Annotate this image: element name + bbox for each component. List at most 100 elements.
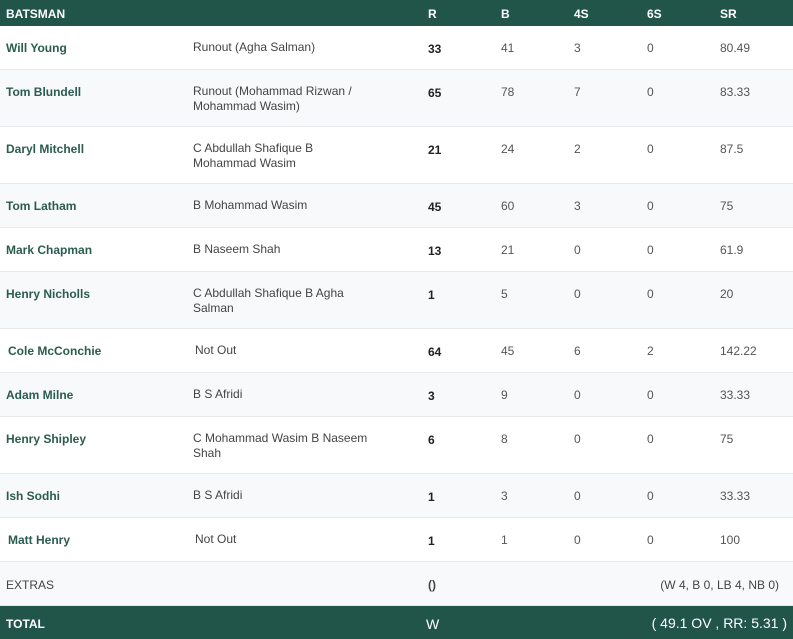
header-fours: 4S bbox=[574, 7, 589, 21]
batsman-name[interactable]: Mark Chapman bbox=[6, 243, 92, 257]
header-runs: R bbox=[428, 7, 437, 21]
runs: 1 bbox=[428, 288, 435, 302]
runs: 64 bbox=[428, 345, 442, 359]
fours: 0 bbox=[574, 533, 581, 547]
balls: 24 bbox=[501, 142, 515, 156]
strike-rate: 80.49 bbox=[720, 41, 751, 55]
table-row: Ish Sodhi B S Afridi 1 3 0 0 33.33 bbox=[0, 474, 793, 518]
fours: 0 bbox=[574, 489, 581, 503]
balls: 60 bbox=[501, 199, 515, 213]
runs: 1 bbox=[428, 534, 435, 548]
batsman-name[interactable]: Adam Milne bbox=[6, 388, 73, 402]
sixes: 0 bbox=[647, 388, 654, 402]
fours: 6 bbox=[574, 344, 581, 358]
extras-detail: (W 4, B 0, LB 4, NB 0) bbox=[660, 578, 779, 592]
strike-rate: 142.22 bbox=[720, 344, 757, 358]
sixes: 0 bbox=[647, 142, 654, 156]
strike-rate: 61.9 bbox=[720, 243, 744, 257]
extras-value: () bbox=[428, 578, 436, 592]
balls: 45 bbox=[501, 344, 515, 358]
sixes: 0 bbox=[647, 243, 654, 257]
strike-rate: 33.33 bbox=[720, 388, 751, 402]
table-row: Matt Henry Not Out 1 1 0 0 100 bbox=[0, 518, 793, 562]
runs: 1 bbox=[428, 490, 435, 504]
dismissal: Not Out bbox=[195, 343, 237, 357]
dismissal: C Abdullah Shafique B Agha Salman bbox=[193, 286, 344, 315]
strike-rate: 33.33 bbox=[720, 489, 751, 503]
table-header: BATSMAN R B 4S 6S SR bbox=[0, 0, 793, 26]
balls: 3 bbox=[501, 489, 508, 503]
batsman-name[interactable]: Will Young bbox=[6, 41, 67, 55]
strike-rate: 100 bbox=[720, 533, 741, 547]
balls: 41 bbox=[501, 41, 515, 55]
batsman-name[interactable]: Tom Latham bbox=[6, 199, 76, 213]
balls: 5 bbox=[501, 287, 508, 301]
total-value: W bbox=[426, 616, 440, 632]
sixes: 0 bbox=[647, 85, 654, 99]
fours: 3 bbox=[574, 199, 581, 213]
strike-rate: 87.5 bbox=[720, 142, 744, 156]
table-row: Cole McConchie Not Out 64 45 6 2 142.22 bbox=[0, 329, 793, 373]
runs: 45 bbox=[428, 200, 442, 214]
fours: 0 bbox=[574, 287, 581, 301]
fours: 2 bbox=[574, 142, 581, 156]
batsman-name[interactable]: Henry Nicholls bbox=[6, 287, 90, 301]
balls: 8 bbox=[501, 432, 508, 446]
fours: 7 bbox=[574, 85, 581, 99]
balls: 1 bbox=[501, 533, 508, 547]
total-label: TOTAL bbox=[6, 617, 45, 631]
runs: 33 bbox=[428, 42, 442, 56]
header-balls: B bbox=[501, 7, 510, 21]
dismissal: C Mohammad Wasim B Naseem Shah bbox=[193, 431, 368, 460]
runs: 21 bbox=[428, 143, 442, 157]
runs: 6 bbox=[428, 433, 435, 447]
balls: 78 bbox=[501, 85, 515, 99]
total-row: TOTAL W ( 49.1 OV , RR: 5.31 ) bbox=[0, 606, 793, 639]
sixes: 0 bbox=[647, 533, 654, 547]
dismissal: Runout (Agha Salman) bbox=[193, 40, 316, 54]
extras-label: EXTRAS bbox=[6, 578, 55, 592]
fours: 0 bbox=[574, 243, 581, 257]
batsman-name[interactable]: Henry Shipley bbox=[6, 432, 86, 446]
runs: 3 bbox=[428, 389, 435, 403]
balls: 21 bbox=[501, 243, 515, 257]
batsman-name[interactable]: Cole McConchie bbox=[8, 344, 101, 358]
dismissal: C Abdullah Shafique B Mohammad Wasim bbox=[193, 141, 314, 170]
batsman-name[interactable]: Matt Henry bbox=[8, 533, 70, 547]
fours: 3 bbox=[574, 41, 581, 55]
fours: 0 bbox=[574, 388, 581, 402]
table-row: Daryl Mitchell C Abdullah Shafique B Moha… bbox=[0, 127, 793, 184]
table-row: Adam Milne B S Afridi 3 9 0 0 33.33 bbox=[0, 373, 793, 417]
runs: 13 bbox=[428, 244, 442, 258]
header-strike-rate: SR bbox=[720, 7, 737, 21]
total-overs: ( 49.1 OV , RR: 5.31 ) bbox=[651, 615, 787, 631]
dismissal: B Naseem Shah bbox=[193, 242, 281, 256]
strike-rate: 75 bbox=[720, 199, 734, 213]
extras-row: EXTRAS () (W 4, B 0, LB 4, NB 0) bbox=[0, 562, 793, 606]
batting-scorecard: BATSMAN R B 4S 6S SR Will Young Runout (A… bbox=[0, 0, 793, 639]
strike-rate: 20 bbox=[720, 287, 734, 301]
balls: 9 bbox=[501, 388, 508, 402]
strike-rate: 75 bbox=[720, 432, 734, 446]
dismissal: Runout (Mohammad Rizwan / Mohammad Wasim… bbox=[193, 84, 352, 113]
batsman-name[interactable]: Ish Sodhi bbox=[6, 489, 60, 503]
batsman-name[interactable]: Daryl Mitchell bbox=[6, 142, 84, 156]
dismissal: B S Afridi bbox=[193, 387, 243, 401]
sixes: 0 bbox=[647, 432, 654, 446]
strike-rate: 83.33 bbox=[720, 85, 751, 99]
table-row: Will Young Runout (Agha Salman) 33 41 3 0 80.4… bbox=[0, 26, 793, 70]
sixes: 2 bbox=[647, 344, 654, 358]
dismissal: Not Out bbox=[195, 532, 237, 546]
sixes: 0 bbox=[647, 199, 654, 213]
table-row: Tom Latham B Mohammad Wasim 45 60 3 0 75 bbox=[0, 184, 793, 228]
fours: 0 bbox=[574, 432, 581, 446]
dismissal: B Mohammad Wasim bbox=[193, 198, 308, 212]
table-row: Henry Shipley C Mohammad Wasim B Naseem S… bbox=[0, 417, 793, 474]
header-batsman: BATSMAN bbox=[6, 7, 66, 21]
table-row: Tom Blundell Runout (Mohammad Rizwan / Mo… bbox=[0, 70, 793, 127]
sixes: 0 bbox=[647, 287, 654, 301]
dismissal: B S Afridi bbox=[193, 488, 243, 502]
table-row: Mark Chapman B Naseem Shah 13 21 0 0 61.9 bbox=[0, 228, 793, 272]
table-row: Henry Nicholls C Abdullah Shafique B Agha… bbox=[0, 272, 793, 329]
batsman-name[interactable]: Tom Blundell bbox=[6, 85, 81, 99]
